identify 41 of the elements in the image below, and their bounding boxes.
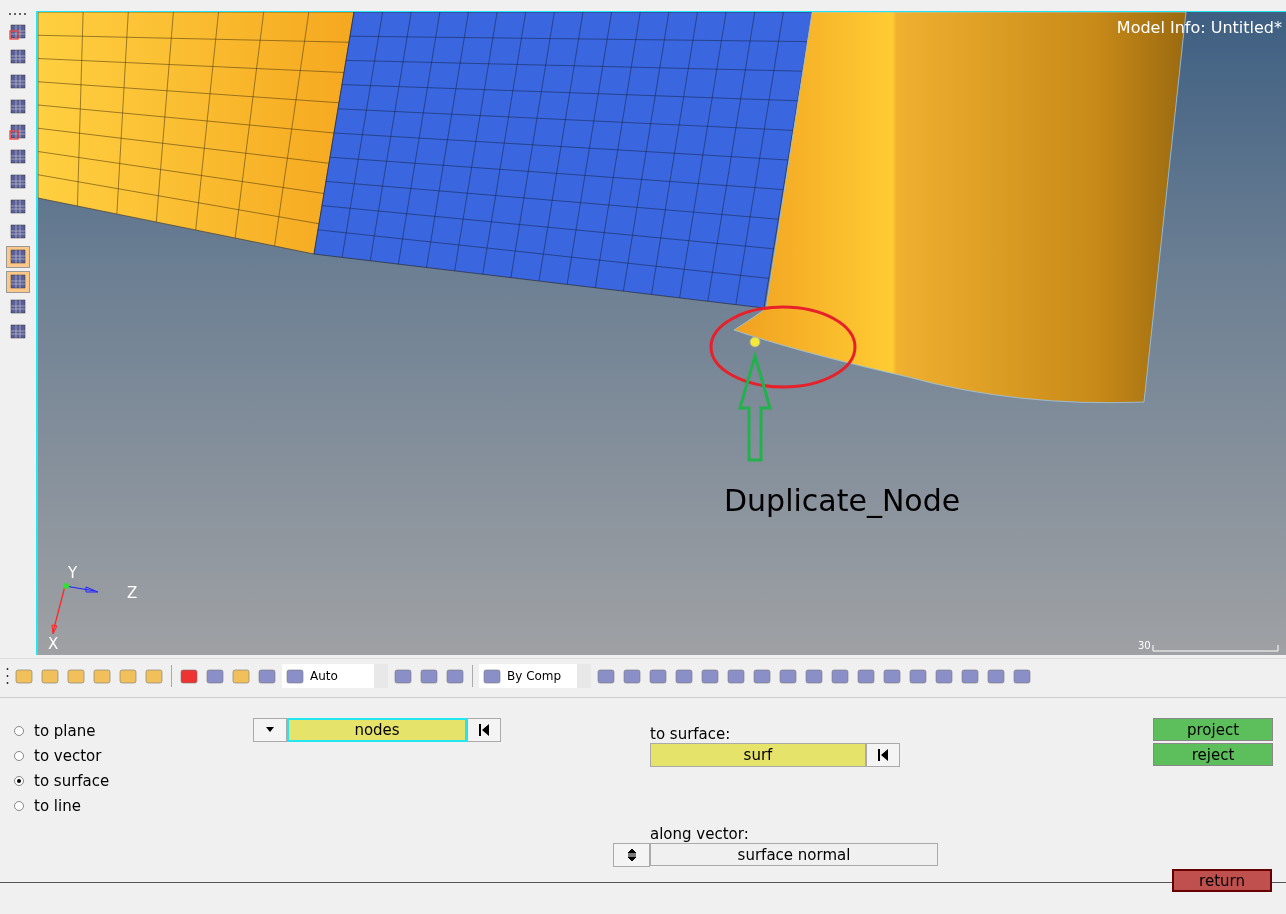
surface-selector[interactable]: surf xyxy=(650,743,866,767)
entity-selector[interactable]: nodes xyxy=(287,718,467,742)
reject-button[interactable]: reject xyxy=(1153,743,1273,766)
vector-button[interactable]: surface normal xyxy=(650,843,938,866)
skip-back-icon xyxy=(478,724,490,736)
mesh-icon[interactable] xyxy=(7,22,29,42)
skip-back-icon xyxy=(877,749,889,761)
radio-option[interactable]: to plane xyxy=(0,718,253,743)
radio-option[interactable]: to line xyxy=(0,793,253,818)
axis-label: Z xyxy=(127,584,138,602)
radio-button[interactable] xyxy=(14,775,24,786)
mesh-icon[interactable] xyxy=(7,122,29,142)
reset-button[interactable] xyxy=(866,743,900,767)
axis-label: Y xyxy=(68,564,78,582)
node-marker xyxy=(749,336,761,348)
mesh-icon[interactable] xyxy=(7,97,29,117)
radio-option[interactable]: to vector xyxy=(0,743,253,768)
field-label: along vector: xyxy=(649,824,750,843)
mesh-icon[interactable] xyxy=(7,72,29,92)
mesh-icon[interactable] xyxy=(7,297,29,317)
radio-option[interactable]: to surface xyxy=(0,768,253,793)
entity-mode-dropdown[interactable]: Auto xyxy=(282,664,388,688)
field-label: to surface: xyxy=(649,724,732,743)
mesh-icon[interactable] xyxy=(7,47,29,67)
scale-label: 30 xyxy=(1138,640,1151,651)
axis-label: X xyxy=(48,635,59,653)
dropdown-button[interactable] xyxy=(253,718,287,742)
radio-button[interactable] xyxy=(14,750,24,761)
annotation-label: Duplicate_Node xyxy=(724,483,961,518)
return-button[interactable]: return xyxy=(1172,869,1272,892)
axis-triad-drawing xyxy=(51,583,99,635)
mesh-icon[interactable] xyxy=(7,147,29,167)
caret-icon[interactable] xyxy=(266,727,274,733)
project-button[interactable]: project xyxy=(1153,718,1273,741)
color-mode-dropdown[interactable]: By Comp xyxy=(479,664,591,688)
reset-button[interactable] xyxy=(467,718,501,742)
up-down-icon xyxy=(627,849,636,861)
toggle-button[interactable] xyxy=(613,843,650,867)
radio-button[interactable] xyxy=(14,800,24,811)
grip-icon[interactable] xyxy=(7,11,29,17)
radio-button[interactable] xyxy=(14,725,24,736)
